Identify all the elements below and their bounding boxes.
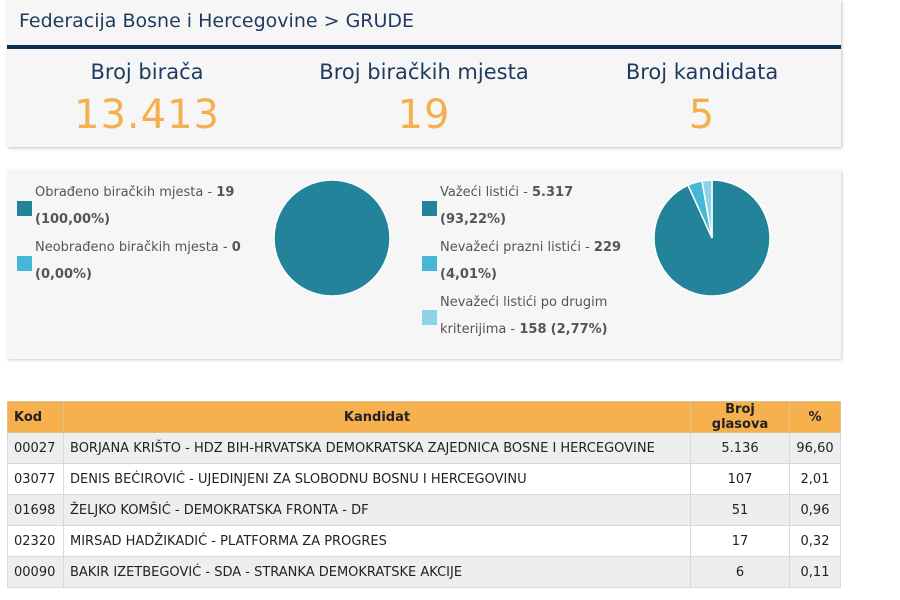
legend-other-invalid-label: Nevažeći listići po drugim (440, 295, 608, 310)
cell-kandidat: MIRSAD HADŽIKADIĆ - PLATFORMA ZA PROGRES (63, 525, 691, 557)
stat-voters-label: Broj birača (90, 60, 204, 84)
cell-glasova: 17 (690, 525, 790, 557)
cell-percent: 96,60 (789, 432, 841, 464)
cell-kod: 00027 (7, 432, 64, 464)
legend-other-invalid-percent: (2,77%) (550, 322, 608, 337)
stat-polling-stations: Broj biračkih mjesta 19 (294, 60, 554, 138)
legend-unprocessed-count: 0 (231, 240, 241, 255)
cell-glasova: 5.136 (690, 432, 790, 464)
legend-swatch-processed (17, 201, 32, 216)
stat-voters-value: 13.413 (74, 92, 220, 138)
stat-candidates-value: 5 (688, 92, 716, 138)
table-row: 00090 BAKIR IZETBEGOVIĆ - SDA - STRANKA … (7, 556, 841, 588)
stat-polling-stations-label: Broj biračkih mjesta (319, 60, 529, 84)
stat-polling-stations-value: 19 (397, 92, 451, 138)
pie-slice-processed[interactable] (273, 179, 391, 297)
legend-unprocessed-percent: (0,00%) (35, 267, 92, 282)
legend-valid-percent: (93,22%) (440, 212, 507, 227)
legend-blank-percent: (4,01%) (440, 267, 497, 282)
breadcrumb[interactable]: Federacija Bosne i Hercegovine > GRUDE (19, 10, 414, 32)
cell-glasova: 51 (690, 494, 790, 526)
stat-candidates: Broj kandidata 5 (572, 60, 832, 138)
cell-percent: 2,01 (789, 463, 841, 495)
table-row: 03077 DENIS BEĆIROVIĆ - UJEDINJENI ZA SL… (7, 463, 841, 495)
cell-kod: 02320 (7, 525, 64, 557)
legend-unprocessed: Neobrađeno biračkih mjesta - 0 (0,00%) (35, 240, 241, 282)
legend-processed-percent: (100,00%) (35, 212, 111, 227)
legend-other-invalid-label-cont: kriterijima (440, 322, 507, 337)
col-header-kandidat[interactable]: Kandidat (63, 401, 691, 433)
cell-kod: 00090 (7, 556, 64, 588)
legend-swatch-unprocessed (17, 256, 32, 271)
table-row: 01698 ŽELJKO KOMŠIĆ - DEMOKRATSKA FRONTA… (7, 494, 841, 526)
charts-panel: Obrađeno biračkih mjesta - 19 (100,00%) … (7, 170, 841, 359)
stat-candidates-label: Broj kandidata (625, 60, 779, 84)
summary-panel: Federacija Bosne i Hercegovine > GRUDE B… (7, 0, 841, 147)
col-header-glasova[interactable]: Broj glasova (690, 401, 790, 433)
legend-swatch-blank (422, 256, 437, 271)
col-header-percent[interactable]: % (789, 401, 841, 433)
legend-blank-count: 229 (593, 240, 622, 255)
stat-voters: Broj birača 13.413 (17, 60, 277, 138)
cell-percent: 0,11 (789, 556, 841, 588)
polling-stations-pie-chart (273, 179, 391, 297)
cell-kandidat: DENIS BEĆIROVIĆ - UJEDINJENI ZA SLOBODNU… (63, 463, 691, 495)
table-row: 00027 BORJANA KRIŠTO - HDZ BIH-HRVATSKA … (7, 432, 841, 464)
cell-glasova: 6 (690, 556, 790, 588)
legend-processed-count: 19 (216, 185, 235, 200)
legend-unprocessed-label: Neobrađeno biračkih mjesta (35, 240, 219, 255)
legend-blank: Nevažeći prazni listići - 229 (4,01%) (440, 240, 622, 282)
legend-other-invalid: Nevažeći listići po drugim kriterijima -… (440, 289, 608, 343)
legend-other-invalid-count: 158 (519, 322, 547, 337)
legend-blank-label: Nevažeći prazni listići (440, 240, 581, 255)
cell-kandidat: BAKIR IZETBEGOVIĆ - SDA - STRANKA DEMOKR… (63, 556, 691, 588)
legend-swatch-other-invalid (422, 310, 437, 325)
legend-processed-label: Obrađeno biračkih mjesta (35, 185, 204, 200)
results-table: Kod Kandidat Broj glasova % 00027 BORJAN… (7, 401, 841, 588)
legend-valid: Važeći listići - 5.317 (93,22%) (440, 185, 574, 227)
cell-percent: 0,96 (789, 494, 841, 526)
legend-valid-count: 5.317 (532, 185, 574, 200)
cell-kod: 01698 (7, 494, 64, 526)
cell-kandidat: BORJANA KRIŠTO - HDZ BIH-HRVATSKA DEMOKR… (63, 432, 691, 464)
cell-kod: 03077 (7, 463, 64, 495)
legend-swatch-valid (422, 201, 437, 216)
header-divider (7, 45, 841, 49)
cell-glasova: 107 (690, 463, 790, 495)
legend-processed: Obrađeno biračkih mjesta - 19 (100,00%) (35, 185, 235, 227)
cell-percent: 0,32 (789, 525, 841, 557)
table-row: 02320 MIRSAD HADŽIKADIĆ - PLATFORMA ZA P… (7, 525, 841, 557)
table-header-row: Kod Kandidat Broj glasova % (7, 401, 841, 433)
legend-valid-label: Važeći listići (440, 185, 520, 200)
col-header-kod[interactable]: Kod (7, 401, 64, 433)
cell-kandidat: ŽELJKO KOMŠIĆ - DEMOKRATSKA FRONTA - DF (63, 494, 691, 526)
ballots-pie-chart (653, 179, 771, 297)
